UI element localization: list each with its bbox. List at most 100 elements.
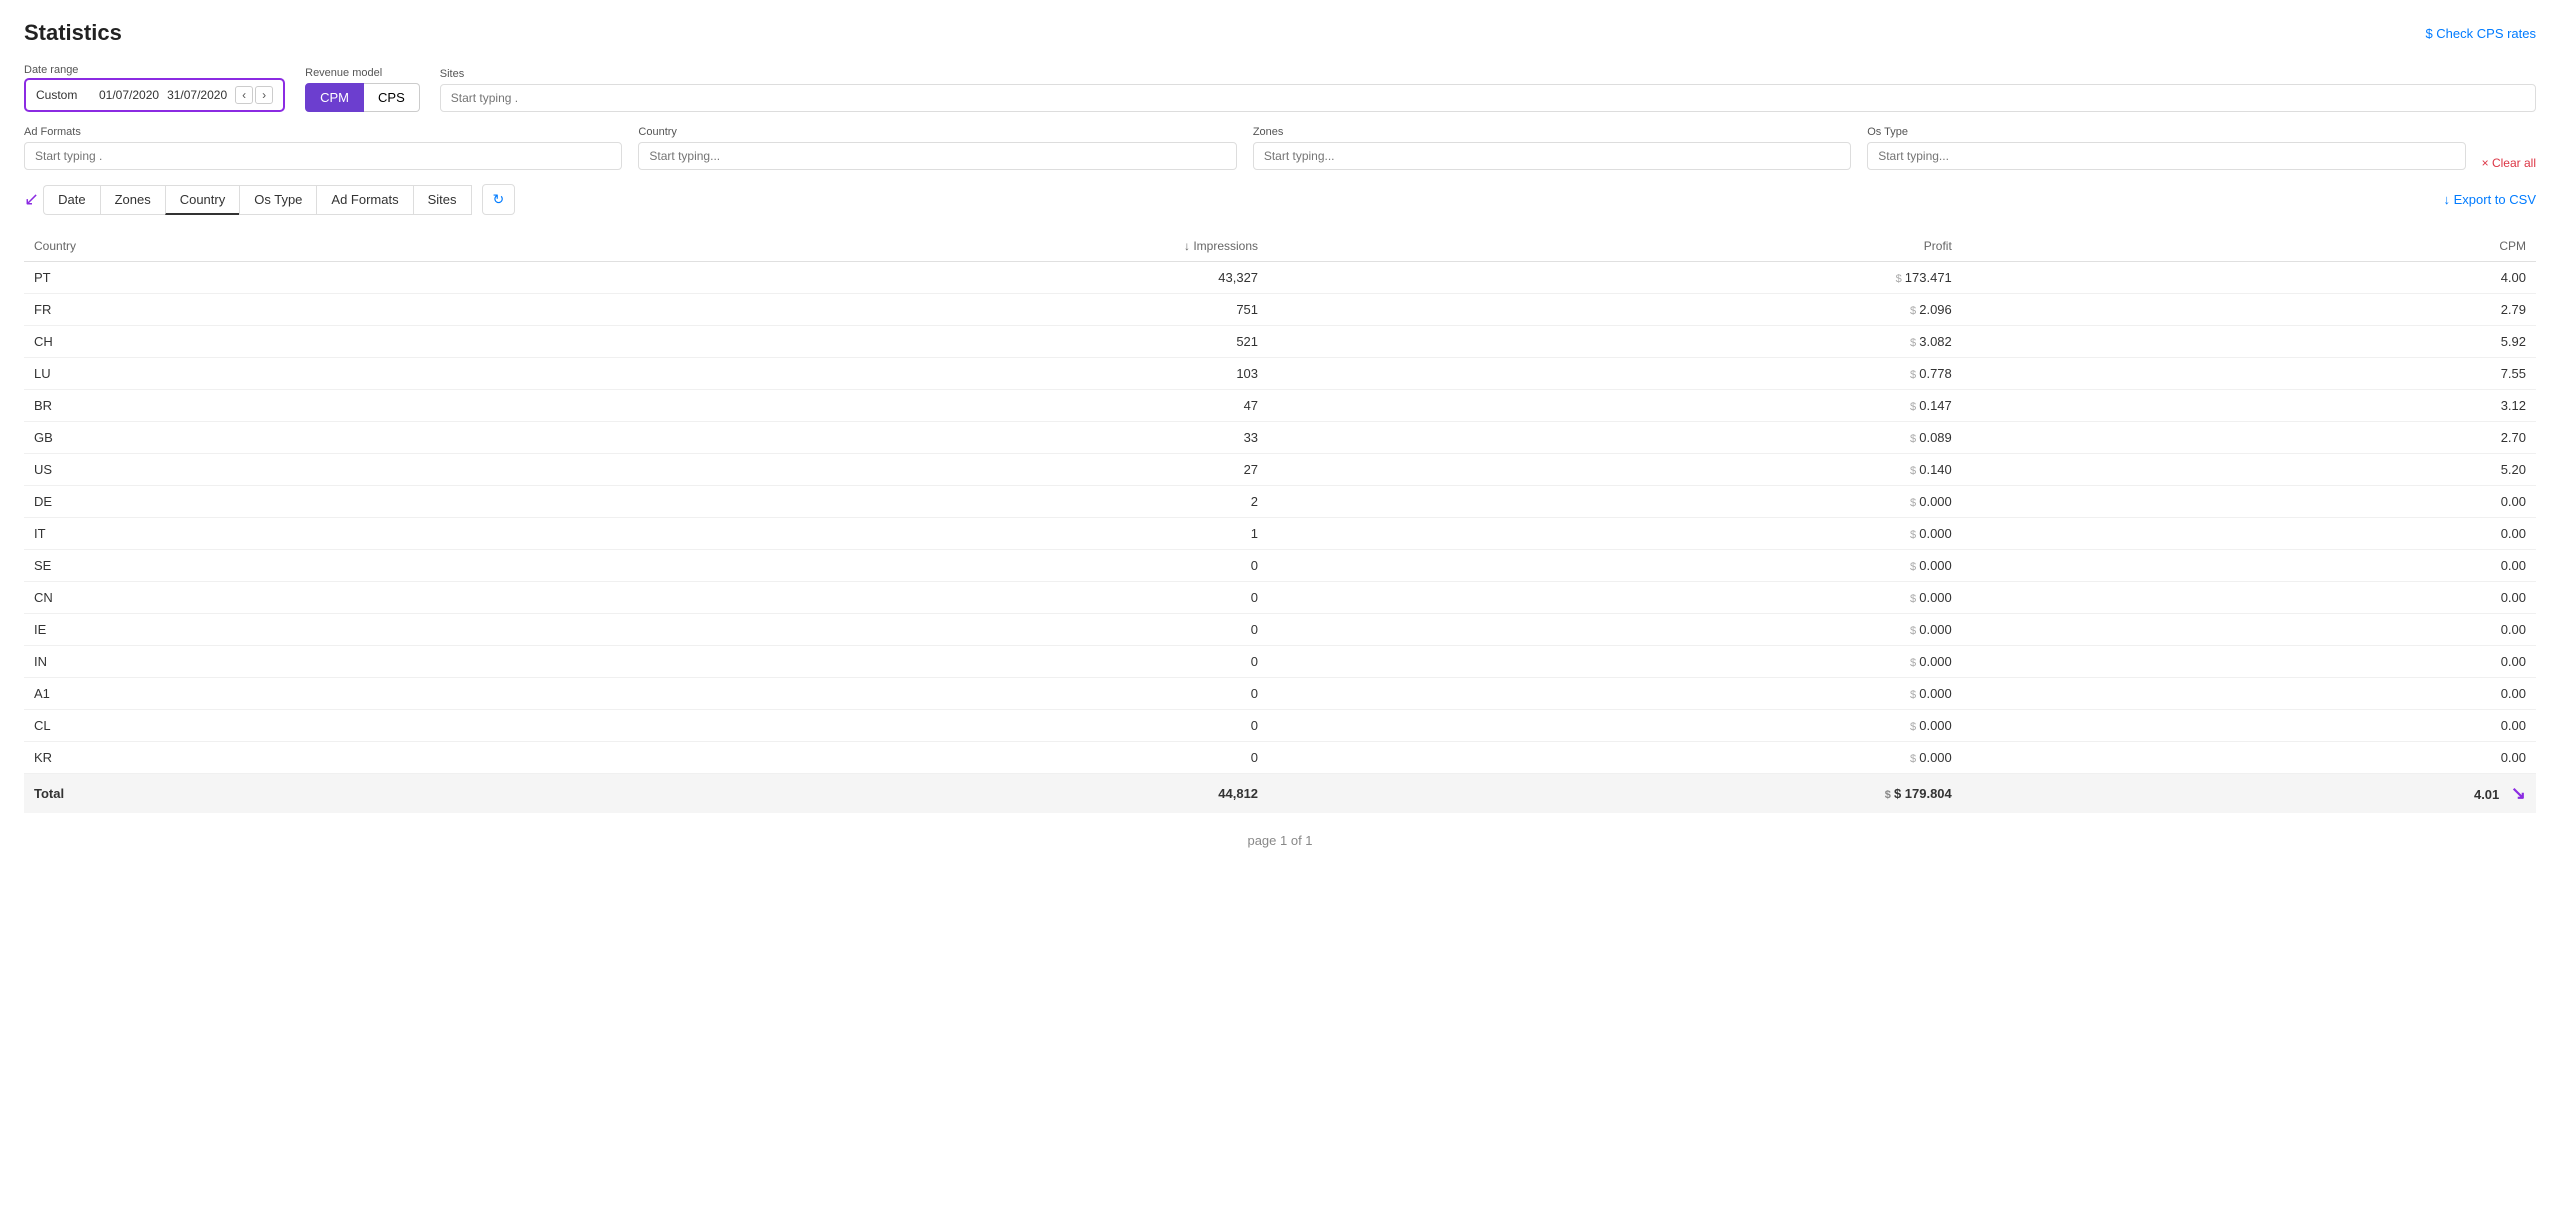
table-row: CH521$ 3.0825.92: [24, 326, 2536, 358]
date-end[interactable]: 31/07/2020: [167, 88, 227, 102]
tab-date[interactable]: Date: [43, 185, 99, 215]
tabs-container: DateZonesCountryOs TypeAd FormatsSites: [43, 185, 471, 215]
cell-profit: $ 0.089: [1268, 422, 1962, 454]
cell-cpm: 0.00: [1962, 518, 2536, 550]
clear-all-button[interactable]: × Clear all: [2482, 156, 2536, 170]
cell-profit: $ 0.000: [1268, 710, 1962, 742]
revenue-model-buttons: CPM CPS: [305, 83, 420, 112]
cell-country: KR: [24, 742, 518, 774]
tabs-arrow-indicator: ↙: [24, 189, 39, 210]
cell-profit: $ 0.778: [1268, 358, 1962, 390]
table-row: IN0$ 0.0000.00: [24, 646, 2536, 678]
revenue-model-group: Revenue model CPM CPS: [305, 67, 420, 112]
col-profit: Profit: [1268, 231, 1962, 262]
cell-cpm: 5.20: [1962, 454, 2536, 486]
table-row: CL0$ 0.0000.00: [24, 710, 2536, 742]
sites-input[interactable]: [440, 84, 2536, 112]
cell-cpm: 0.00: [1962, 742, 2536, 774]
cell-cpm: 0.00: [1962, 678, 2536, 710]
cell-country: PT: [24, 262, 518, 294]
col-country: Country: [24, 231, 518, 262]
cell-cpm: 4.00: [1962, 262, 2536, 294]
tab-ad-formats[interactable]: Ad Formats: [316, 185, 412, 215]
page-title: Statistics: [24, 20, 122, 46]
date-next-button[interactable]: ›: [255, 86, 273, 104]
cell-impressions: 33: [518, 422, 1268, 454]
cell-profit: $ 0.000: [1268, 518, 1962, 550]
date-nav: ‹ ›: [235, 86, 273, 104]
cell-country: CH: [24, 326, 518, 358]
ad-formats-label: Ad Formats: [24, 126, 622, 138]
cell-profit: $ 173.471: [1268, 262, 1962, 294]
cell-country: CL: [24, 710, 518, 742]
table-row: PT43,327$ 173.4714.00: [24, 262, 2536, 294]
sites-filter-group: Sites: [440, 68, 2536, 112]
cell-profit: $ 0.000: [1268, 550, 1962, 582]
date-prev-button[interactable]: ‹: [235, 86, 253, 104]
cell-country: IT: [24, 518, 518, 550]
tab-os-type[interactable]: Os Type: [239, 185, 316, 215]
cell-profit: $ 0.000: [1268, 678, 1962, 710]
table-row: IT1$ 0.0000.00: [24, 518, 2536, 550]
cps-button[interactable]: CPS: [364, 83, 420, 112]
cell-cpm: 7.55: [1962, 358, 2536, 390]
cell-profit: $ 0.147: [1268, 390, 1962, 422]
cell-country: A1: [24, 678, 518, 710]
tab-zones[interactable]: Zones: [100, 185, 165, 215]
cell-impressions: 47: [518, 390, 1268, 422]
tab-country[interactable]: Country: [165, 185, 240, 215]
table-row: LU103$ 0.7787.55: [24, 358, 2536, 390]
total-cpm: 4.01 ↘: [1962, 774, 2536, 814]
date-start[interactable]: 01/07/2020: [99, 88, 159, 102]
cell-profit: $ 2.096: [1268, 294, 1962, 326]
sites-label: Sites: [440, 68, 2536, 80]
cell-country: GB: [24, 422, 518, 454]
cell-cpm: 0.00: [1962, 646, 2536, 678]
date-preset: Custom: [36, 88, 91, 102]
cell-profit: $ 3.082: [1268, 326, 1962, 358]
os-type-label: Os Type: [1867, 126, 2465, 138]
ad-formats-input[interactable]: [24, 142, 622, 170]
tab-sites[interactable]: Sites: [413, 185, 472, 215]
cell-cpm: 3.12: [1962, 390, 2536, 422]
table-row: A10$ 0.0000.00: [24, 678, 2536, 710]
ad-formats-group: Ad Formats: [24, 126, 622, 170]
cell-impressions: 0: [518, 742, 1268, 774]
cell-profit: $ 0.000: [1268, 742, 1962, 774]
zones-input[interactable]: [1253, 142, 1851, 170]
total-impressions: 44,812: [518, 774, 1268, 814]
cell-profit: $ 0.000: [1268, 646, 1962, 678]
export-csv-button[interactable]: ↓ Export to CSV: [2444, 192, 2536, 207]
revenue-model-label: Revenue model: [305, 67, 420, 79]
check-cps-link[interactable]: $ Check CPS rates: [2425, 26, 2536, 41]
cell-country: IN: [24, 646, 518, 678]
table-row: IE0$ 0.0000.00: [24, 614, 2536, 646]
cell-profit: $ 0.140: [1268, 454, 1962, 486]
zones-label: Zones: [1253, 126, 1851, 138]
pagination-label: page 1 of 1: [1247, 833, 1312, 848]
cell-cpm: 0.00: [1962, 710, 2536, 742]
total-row: Total 44,812 $ $ 179.804 4.01 ↘: [24, 774, 2536, 814]
table-row: US27$ 0.1405.20: [24, 454, 2536, 486]
cell-impressions: 2: [518, 486, 1268, 518]
cell-cpm: 0.00: [1962, 486, 2536, 518]
cell-cpm: 5.92: [1962, 326, 2536, 358]
os-type-filter-group: Os Type: [1867, 126, 2465, 170]
cell-cpm: 2.79: [1962, 294, 2536, 326]
cell-impressions: 0: [518, 646, 1268, 678]
table-row: SE0$ 0.0000.00: [24, 550, 2536, 582]
country-filter-label: Country: [638, 126, 1236, 138]
table-row: KR0$ 0.0000.00: [24, 742, 2536, 774]
country-input[interactable]: [638, 142, 1236, 170]
country-filter-group: Country: [638, 126, 1236, 170]
cell-impressions: 521: [518, 326, 1268, 358]
table-row: BR47$ 0.1473.12: [24, 390, 2536, 422]
cpm-button[interactable]: CPM: [305, 83, 364, 112]
date-range-group: Date range Custom 01/07/2020 31/07/2020 …: [24, 64, 285, 112]
total-label: Total: [24, 774, 518, 814]
cell-country: FR: [24, 294, 518, 326]
refresh-button[interactable]: ↻: [482, 184, 516, 215]
col-impressions[interactable]: ↓ Impressions: [518, 231, 1268, 262]
os-type-input[interactable]: [1867, 142, 2465, 170]
cell-country: SE: [24, 550, 518, 582]
